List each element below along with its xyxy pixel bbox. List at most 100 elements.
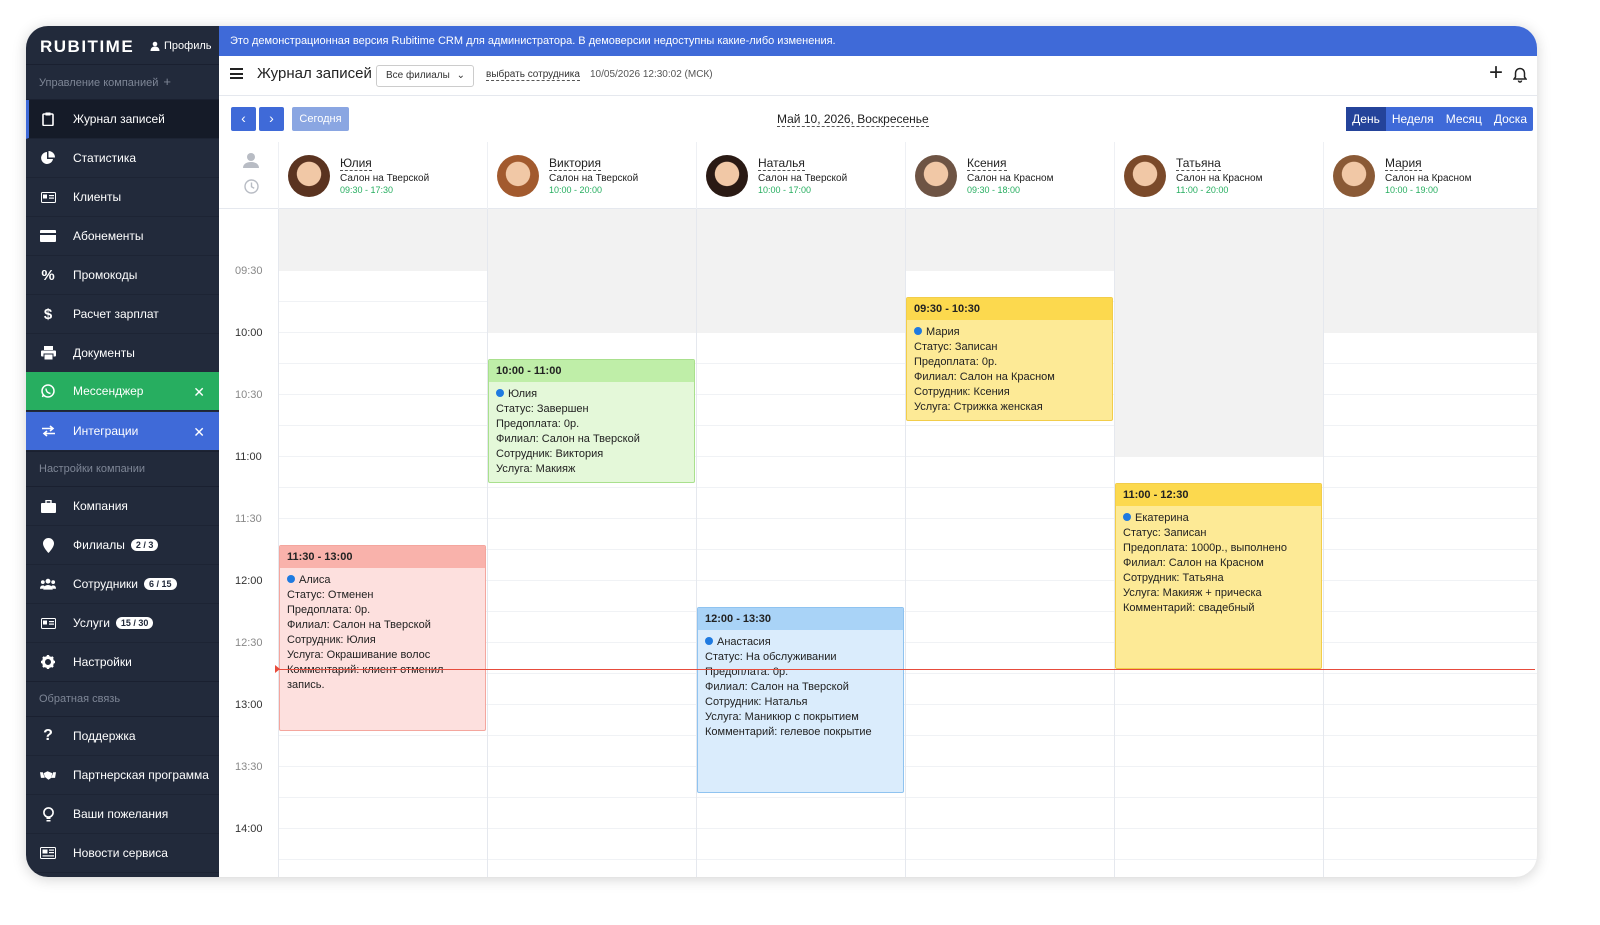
bell-icon[interactable] [1512,67,1528,88]
toolbar: Журнал записей Все филиалы ⌄ выбрать сот… [219,56,1537,96]
off-hours-block [697,209,906,333]
current-datetime: 10/05/2026 12:30:02 (МСК) [590,69,713,80]
select-employee-link[interactable]: выбрать сотрудника [486,69,580,81]
appointment-staff: Сотрудник: Татьяна [1123,572,1224,584]
time-label: 13:00 [235,699,263,711]
close-icon[interactable]: ✕ [193,384,205,401]
time-label: 12:00 [235,575,263,587]
sidebar-item-messenger[interactable]: Мессенджер ✕ [26,372,219,411]
view-week-button[interactable]: Неделя [1386,107,1440,131]
appointment-card[interactable]: 11:30 - 13:00 Алиса Статус: Отменен Пред… [279,545,486,731]
avatar [915,155,957,197]
staff-column-header[interactable]: Мария Салон на Красном 10:00 - 19:00 [1323,142,1537,209]
view-day-button[interactable]: День [1346,107,1386,131]
sidebar-item-branches[interactable]: Филиалы 2 / 3 [26,526,219,565]
sidebar-item-news[interactable]: Новости сервиса [26,834,219,873]
profile-link[interactable]: Профиль [150,40,212,52]
staff-day-column[interactable] [487,209,697,877]
dollar-icon: $ [43,305,53,323]
staff-day-column[interactable] [1323,209,1537,877]
appointment-client: Мария [926,326,960,338]
sidebar-item-settings[interactable]: Настройки [26,643,219,682]
sidebar-item-clients[interactable]: Клиенты [26,178,219,217]
app-window: RUBITIME Профиль Управление компанией + Ж… [26,26,1537,877]
avatar [497,155,539,197]
sidebar-item-wishes[interactable]: Ваши пожелания [26,795,219,834]
lightbulb-icon [40,806,56,822]
add-icon[interactable]: + [1489,59,1503,87]
appointment-card[interactable]: 11:00 - 12:30 Екатерина Статус: Записан … [1115,483,1322,669]
sidebar-item-support[interactable]: ? Поддержка [26,717,219,756]
staff-column-header[interactable]: Наталья Салон на Тверской 10:00 - 17:00 [696,142,905,209]
time-label: 11:30 [235,513,262,525]
avatar [706,155,748,197]
menu-icon[interactable] [230,68,243,79]
staff-name[interactable]: Юлия [340,156,372,171]
sidebar-item-journal[interactable]: Журнал записей [26,100,219,139]
branch-select[interactable]: Все филиалы ⌄ [376,65,474,87]
staff-day-column[interactable] [278,209,488,877]
map-pin-icon [40,537,56,553]
pie-chart-icon [40,150,56,166]
sidebar-item-promocodes[interactable]: % Промокоды [26,256,219,295]
appointment-time: 11:30 - 13:00 [280,546,485,568]
staff-hours: 09:30 - 18:00 [967,185,1021,195]
sidebar-item-employees[interactable]: Сотрудники 6 / 15 [26,565,219,604]
appointment-service: Услуга: Макияж + прическа [1123,587,1262,599]
staff-column-header[interactable]: Ксения Салон на Красном 09:30 - 18:00 [905,142,1114,209]
appointment-status: Статус: Записан [1123,527,1207,539]
appointment-card[interactable]: 12:00 - 13:30 Анастасия Статус: На обслу… [697,607,904,793]
appointment-service: Услуга: Окрашивание волос [287,649,431,661]
calendar-grid: 09:30 10:00 10:30 11:00 11:30 12:00 12:3… [219,209,1537,877]
staff-name[interactable]: Виктория [549,156,602,171]
appointment-prepay: Предоплата: 0р. [496,418,580,430]
appointment-branch: Филиал: Салон на Красном [1123,557,1264,569]
sidebar-item-label: Документы [73,346,135,360]
sidebar-item-documents[interactable]: Документы [26,334,219,373]
time-label: 10:00 [235,327,263,339]
sidebar-item-services[interactable]: Услуги 15 / 30 [26,604,219,643]
sidebar-item-statistics[interactable]: Статистика [26,139,219,178]
sidebar-item-label: Мессенджер [73,384,144,398]
appointment-card[interactable]: 10:00 - 11:00 Юлия Статус: Завершен Пред… [488,359,695,483]
sidebar-item-partner-program[interactable]: Партнерская программа [26,756,219,795]
section-company-management[interactable]: Управление компанией + [26,64,219,100]
today-button[interactable]: Сегодня [292,107,349,131]
clipboard-icon [40,111,56,127]
appointment-prepay: Предоплата: 0р. [914,356,998,368]
client-dot-icon [287,575,295,583]
appointment-card[interactable]: 09:30 - 10:30 Мария Статус: Записан Пред… [906,297,1113,421]
time-label: 09:30 [235,265,263,277]
plus-icon[interactable]: + [163,74,171,89]
staff-column-header[interactable]: Татьяна Салон на Красном 11:00 - 20:00 [1114,142,1323,209]
client-dot-icon [705,637,713,645]
close-icon[interactable]: ✕ [193,424,205,441]
staff-column-header[interactable]: Юлия Салон на Тверской 09:30 - 17:30 [278,142,487,209]
sidebar-item-company[interactable]: Компания [26,487,219,526]
view-month-button[interactable]: Месяц [1440,107,1488,131]
sidebar-item-label: Новости сервиса [73,846,168,860]
appointment-service: Услуга: Стрижка женская [914,401,1043,413]
sidebar-item-integrations[interactable]: Интеграции ✕ [26,412,219,451]
staff-column-header[interactable]: Виктория Салон на Тверской 10:00 - 20:00 [487,142,696,209]
date-navigation: ‹ › Сегодня Май 10, 2026, Воскресенье Де… [219,96,1537,142]
sidebar-item-payroll[interactable]: $ Расчет зарплат [26,295,219,334]
prev-day-button[interactable]: ‹ [231,107,256,131]
id-card-icon [40,189,56,205]
current-date[interactable]: Май 10, 2026, Воскресенье [777,112,929,127]
staff-name[interactable]: Татьяна [1176,156,1221,171]
appointment-service: Услуга: Маникюр с покрытием [705,711,859,723]
section-label: Управление компанией [39,77,159,89]
appointment-prepay: Предоплата: 1000р., выполнено [1123,542,1287,554]
view-board-button[interactable]: Доска [1488,107,1533,131]
next-day-button[interactable]: › [259,107,284,131]
appointment-branch: Филиал: Салон на Тверской [705,681,849,693]
staff-name[interactable]: Мария [1385,156,1422,171]
appointment-branch: Филиал: Салон на Тверской [287,619,431,631]
appointment-time: 12:00 - 13:30 [698,608,903,630]
staff-name[interactable]: Ксения [967,156,1007,171]
staff-name[interactable]: Наталья [758,156,805,171]
appointment-client: Юлия [508,388,538,400]
sidebar-item-subscriptions[interactable]: Абонементы [26,217,219,256]
sidebar-item-label: Интеграции [73,424,139,438]
